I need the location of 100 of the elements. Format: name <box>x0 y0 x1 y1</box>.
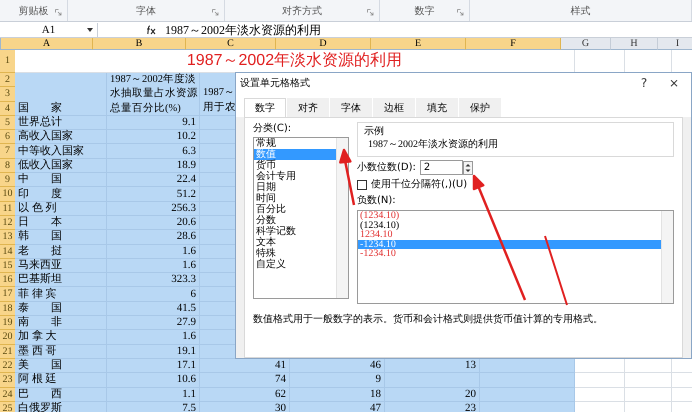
decimal-places-field[interactable]: 2 <box>420 160 463 175</box>
row-header[interactable]: 23 <box>0 373 15 388</box>
table-cell: 9 <box>290 373 385 388</box>
row-header[interactable]: 13 <box>0 230 15 245</box>
table-cell: 阿 根 廷 <box>15 373 107 388</box>
table-cell <box>625 373 672 388</box>
column-header[interactable]: F <box>466 38 561 50</box>
table-cell: 中等收入国家 <box>15 144 107 159</box>
row-header[interactable]: 10 <box>0 187 15 202</box>
dialog-launcher-icon[interactable] <box>367 9 374 16</box>
tab[interactable]: 数字 <box>244 98 286 117</box>
table-cell: 20.6 <box>107 216 200 230</box>
row-header[interactable]: 1 <box>0 50 15 73</box>
table-cell: 19.1 <box>107 344 200 359</box>
table-cell: 低收入国家 <box>15 158 107 174</box>
column-header[interactable]: G <box>561 38 611 50</box>
row-header[interactable]: 7 <box>0 144 15 159</box>
row-header[interactable]: 2 <box>0 73 15 88</box>
tab[interactable]: 边框 <box>373 98 415 117</box>
table-cell: 加 拿 大 <box>15 330 107 345</box>
category-item[interactable]: 百分比 <box>254 204 336 215</box>
category-item[interactable]: 自定义 <box>254 259 336 270</box>
row-header[interactable]: 16 <box>0 273 15 288</box>
table-header-cell: 1987～2002年度淡 水抽取量占水资源 总量百分比(%) <box>107 73 200 116</box>
row-header[interactable]: 4 <box>0 102 15 116</box>
ribbon-group-label: 样式 <box>570 6 590 18</box>
tab[interactable]: 字体 <box>330 98 372 117</box>
row-header[interactable]: 9 <box>0 173 15 188</box>
dialog-launcher-icon[interactable] <box>212 9 219 16</box>
formula-field[interactable]: 1987～2002年淡水资源的利用 <box>165 22 321 36</box>
category-item[interactable]: 文本 <box>254 237 336 248</box>
row-header[interactable]: 6 <box>0 130 15 144</box>
row-header[interactable]: 22 <box>0 358 15 374</box>
decimal-places-label: 小数位数(D): <box>357 161 416 174</box>
sample-label: 示例 <box>364 125 385 138</box>
dialog-launcher-icon[interactable] <box>457 9 464 16</box>
row-header[interactable]: 15 <box>0 258 15 274</box>
row-header[interactable]: 11 <box>0 202 15 216</box>
category-list[interactable]: 常规 数值 货币 会计专用 日期 时间 百分比 分数 科学记数 文本 特殊 自定义 <box>253 137 349 299</box>
row-header[interactable]: 17 <box>0 287 15 302</box>
negative-format-item[interactable]: (1234.10) <box>358 211 661 220</box>
table-cell: 南 非 <box>15 316 107 330</box>
category-item[interactable]: 特殊 <box>254 248 336 259</box>
table-cell: 墨 西 哥 <box>15 344 107 359</box>
column-header[interactable]: D <box>276 38 371 50</box>
negative-format-item[interactable]: (1234.10) <box>358 220 661 230</box>
table-cell: 老 挝 <box>15 244 107 259</box>
column-header[interactable]: E <box>371 38 466 50</box>
row-header[interactable]: 3 <box>0 87 15 102</box>
row-header[interactable]: 24 <box>0 388 15 402</box>
table-cell: 6 <box>107 287 200 302</box>
table-cell: 白俄罗斯 <box>15 402 107 412</box>
scrollbar[interactable] <box>336 138 348 298</box>
category-item[interactable]: 日期 <box>254 182 336 193</box>
table-cell: 菲 律 宾 <box>15 287 107 302</box>
function-icon[interactable] <box>145 24 157 34</box>
category-item[interactable]: 时间 <box>254 193 336 204</box>
row-header[interactable]: 8 <box>0 158 15 174</box>
row-header[interactable]: 21 <box>0 344 15 359</box>
negative-numbers-label: 负数(N): <box>357 194 397 207</box>
category-item[interactable]: 常规 <box>254 138 336 149</box>
negative-numbers-list[interactable]: (1234.10) (1234.10) 1234.10 -1234.10 -1234.10 <box>357 210 674 304</box>
table-cell: 23 <box>385 402 480 412</box>
table-cell: 28.6 <box>107 230 200 245</box>
table-cell: 美 国 <box>15 358 107 374</box>
tab[interactable]: 填充 <box>416 98 458 117</box>
negative-format-item[interactable]: -1234.10 <box>358 249 661 258</box>
name-box[interactable]: A1 <box>0 22 98 36</box>
row-header[interactable]: 19 <box>0 316 15 330</box>
table-cell: 51.2 <box>107 187 200 202</box>
column-header[interactable]: B <box>93 38 186 50</box>
dialog-launcher-icon[interactable] <box>55 9 62 16</box>
table-cell: 韩 国 <box>15 230 107 245</box>
table-cell: 1.6 <box>107 330 200 345</box>
table-cell: 世界总计 <box>15 116 107 130</box>
negative-format-item[interactable]: 1234.10 <box>358 230 661 240</box>
row-header[interactable]: 25 <box>0 402 15 412</box>
close-button[interactable]: × <box>659 74 689 92</box>
row-header[interactable]: 20 <box>0 330 15 345</box>
help-button[interactable]: ? <box>629 74 659 92</box>
row-header[interactable]: 12 <box>0 216 15 230</box>
row-header[interactable]: 14 <box>0 244 15 259</box>
scrollbar[interactable] <box>661 211 673 303</box>
category-item[interactable]: 分数 <box>254 215 336 226</box>
row-header[interactable]: 18 <box>0 302 15 316</box>
column-header[interactable]: I <box>658 38 692 50</box>
table-cell: 74 <box>200 373 290 388</box>
spinner-arrows-icon[interactable] <box>462 160 473 174</box>
category-item[interactable]: 科学记数 <box>254 226 336 237</box>
row-header[interactable]: 5 <box>0 116 15 130</box>
column-header[interactable]: C <box>186 38 276 50</box>
tab[interactable]: 对齐 <box>287 98 329 117</box>
checkbox[interactable] <box>357 180 367 190</box>
category-item[interactable]: 货币 <box>254 160 336 171</box>
column-header[interactable]: A <box>1 38 93 50</box>
column-header[interactable]: H <box>611 38 658 50</box>
checkbox-label[interactable]: 使用千位分隔符(,)(U) <box>371 178 468 191</box>
table-cell: 以 色 列 <box>15 202 107 216</box>
tab[interactable]: 保护 <box>459 98 501 117</box>
category-item[interactable]: 会计专用 <box>254 171 336 182</box>
